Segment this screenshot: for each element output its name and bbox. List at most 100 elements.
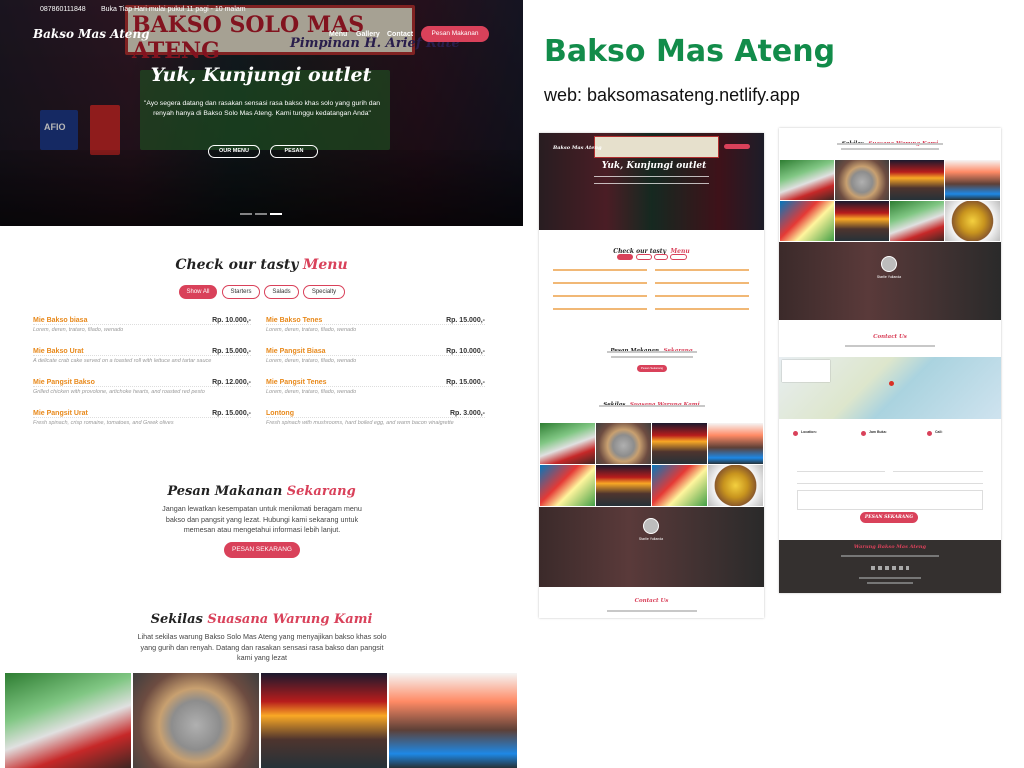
thumb-photo (652, 465, 707, 506)
menu-item[interactable]: Mie Bakso biasa Rp. 10.000,- Lorem, deren… (33, 317, 251, 333)
menu-item-price: Rp. 15.000,- (212, 348, 251, 355)
thumb2-contact-card-1: Location: (793, 429, 853, 455)
nav-item-contact[interactable]: Contact (387, 31, 413, 38)
order-food-button[interactable]: Pesan Makanan (421, 26, 489, 42)
menu-item[interactable]: Mie Pangsit Biasa Rp. 10.000,- Lorem, der… (266, 348, 485, 364)
order-title-a: Pesan Makanan (167, 484, 283, 499)
nav-item-menu[interactable]: Menu (329, 31, 347, 38)
topbar-hours: Buka Tiap Hari mulai pukul 11 pagi - 10 … (101, 6, 246, 13)
gallery-section: Sekilas Suasana Warung Kami Lihat sekila… (0, 596, 523, 768)
thumb-photo (652, 423, 707, 464)
menu-item-price: Rp. 15.000,- (212, 410, 251, 417)
filter-starters[interactable]: Starters (222, 285, 260, 299)
contact-card-label: Jam Buka: (869, 430, 887, 434)
gallery-photo[interactable] (389, 673, 517, 768)
gallery-title-a: Sekilas (150, 612, 203, 627)
gallery-photo[interactable] (133, 673, 259, 768)
thumb-photo (540, 465, 595, 506)
menu-item-name: Mie Bakso Urat (33, 348, 84, 355)
carousel-indicator[interactable] (240, 213, 252, 215)
thumb2-form-field (797, 466, 885, 472)
filter-salads[interactable]: Salads (264, 285, 299, 299)
thumb-gallery-title: Sekilas Suasana Warung Kami (539, 393, 764, 411)
menu-item-desc: Lorem, deren, trataro, filado, wenado (266, 358, 357, 364)
thumb-menu-row (553, 282, 647, 284)
menu-item[interactable]: Mie Bakso Tenes Rp. 15.000,- Lorem, deren… (266, 317, 485, 333)
contact-card-label: Location: (801, 430, 817, 434)
menu-item[interactable]: Mie Pangsit Urat Rp. 15.000,- Fresh spina… (33, 410, 251, 426)
thumb-contact-text (607, 610, 697, 612)
clock-icon (861, 431, 866, 436)
thumb2-photo (780, 160, 834, 200)
thumb-filter (670, 254, 687, 260)
thumb-order-text (607, 351, 697, 353)
menu-item-desc: A delicate crab cake served on a toasted… (33, 358, 212, 364)
order-text: Jangan lewatkan kesempatan untuk menikma… (162, 504, 362, 534)
thumb2-testimonial (779, 242, 1001, 320)
menu-item-name: Mie Pangsit Bakso (33, 379, 95, 386)
contact-card-label: Call: (935, 430, 943, 434)
menu-section: Check our tasty Menu Show All Starters S… (0, 226, 523, 446)
thumb2-photo (780, 201, 834, 241)
thumb2-testimonial-avatar (881, 256, 897, 272)
thumb2-footer-copyright (867, 582, 913, 584)
filter-specialty[interactable]: Specialty (303, 285, 345, 299)
thumb-hero-title: Yuk, Kunjungi outlet (601, 161, 707, 171)
carousel-indicator-active[interactable] (270, 213, 282, 215)
thumb-testimonial-name: Starlie Yulianda (638, 537, 664, 541)
menu-item-desc: Fresh spinach, crisp romaine, tomatoes, … (33, 420, 174, 426)
menu-item-price: Rp. 15.000,- (446, 379, 485, 386)
menu-item-price: Rp. 10.000,- (446, 348, 485, 355)
thumb-filter (636, 254, 652, 260)
nav-item-gallery[interactable]: Gallery (356, 31, 380, 38)
menu-title: Check our tasty Menu (0, 256, 523, 274)
menu-item[interactable]: Mie Bakso Urat Rp. 15.000,- A delicate cr… (33, 348, 251, 364)
menu-item-desc: Grilled chicken with provolone, artichok… (33, 389, 205, 395)
filter-show-all[interactable]: Show All (179, 285, 217, 299)
thumb-order-title: Pesan Makanan Sekarang (539, 339, 764, 357)
menu-item[interactable]: Mie Pangsit Bakso Rp. 12.000,- Grilled ch… (33, 379, 251, 395)
thumb2-photo (945, 201, 1000, 241)
thumb2-map-pin (889, 381, 894, 386)
order-title-b: Sekarang (286, 484, 356, 499)
menu-title-b: Menu (302, 257, 348, 273)
carousel-indicator[interactable] (255, 213, 267, 215)
order-now-button[interactable]: PESAN SEKARANG (224, 542, 300, 558)
thumb-order-text (611, 356, 693, 358)
gallery-title-b: Suasana Warung Kami (207, 612, 373, 627)
thumb-menu-row (553, 295, 647, 297)
menu-title-a: Check our tasty (175, 257, 299, 273)
thumb2-photo (835, 201, 889, 241)
brand-web-url[interactable]: web: baksomasateng.netlify.app (544, 85, 800, 106)
our-menu-button[interactable]: OUR MENU (208, 145, 260, 158)
thumb-sign (594, 136, 719, 158)
thumb2-footer-text (841, 555, 939, 557)
hero-title: Yuk, Kunjungi outlet (150, 64, 372, 86)
site-logo[interactable]: Bakso Mas Ateng (33, 27, 150, 41)
brand-title: Bakso Mas Ateng (544, 34, 836, 69)
menu-item-desc: Lorem, deren, trataro, filado, wenado (33, 327, 124, 333)
thumb2-photo (835, 160, 889, 200)
thumb2-footer-social-icons (871, 566, 909, 570)
thumb-gallery-text (599, 405, 705, 407)
menu-item-price: Rp. 3.000,- (449, 410, 485, 417)
thumb-menu-row (553, 269, 647, 271)
page-thumbnail-1: Yuk, Kunjungi outlet Bakso Mas Ateng Che… (539, 133, 764, 618)
gallery-photo[interactable] (5, 673, 131, 768)
topbar-phone[interactable]: 087860111848 (40, 6, 86, 13)
thumb-filter (654, 254, 668, 260)
gallery-photo[interactable] (261, 673, 387, 768)
menu-item-name: Mie Bakso biasa (33, 317, 88, 324)
menu-item-name: Mie Pangsit Tenes (266, 379, 327, 386)
gallery-text: Lihat sekilas warung Bakso Solo Mas Aten… (137, 632, 387, 662)
thumb-cta (724, 144, 750, 149)
menu-item-price: Rp. 12.000,- (212, 379, 251, 386)
thumb2-footer-copyright (859, 577, 921, 579)
order-button[interactable]: PESAN (270, 145, 318, 158)
thumb2-photo (890, 160, 944, 200)
thumb2-gallery-text (837, 143, 943, 145)
thumb2-gallery-text (841, 148, 939, 150)
menu-item[interactable]: Mie Pangsit Tenes Rp. 15.000,- Lorem, der… (266, 379, 485, 395)
menu-item[interactable]: Lontong Rp. 3.000,- Fresh spinach with mu… (266, 410, 485, 426)
thumb2-contact-title: Contact Us (873, 334, 907, 340)
